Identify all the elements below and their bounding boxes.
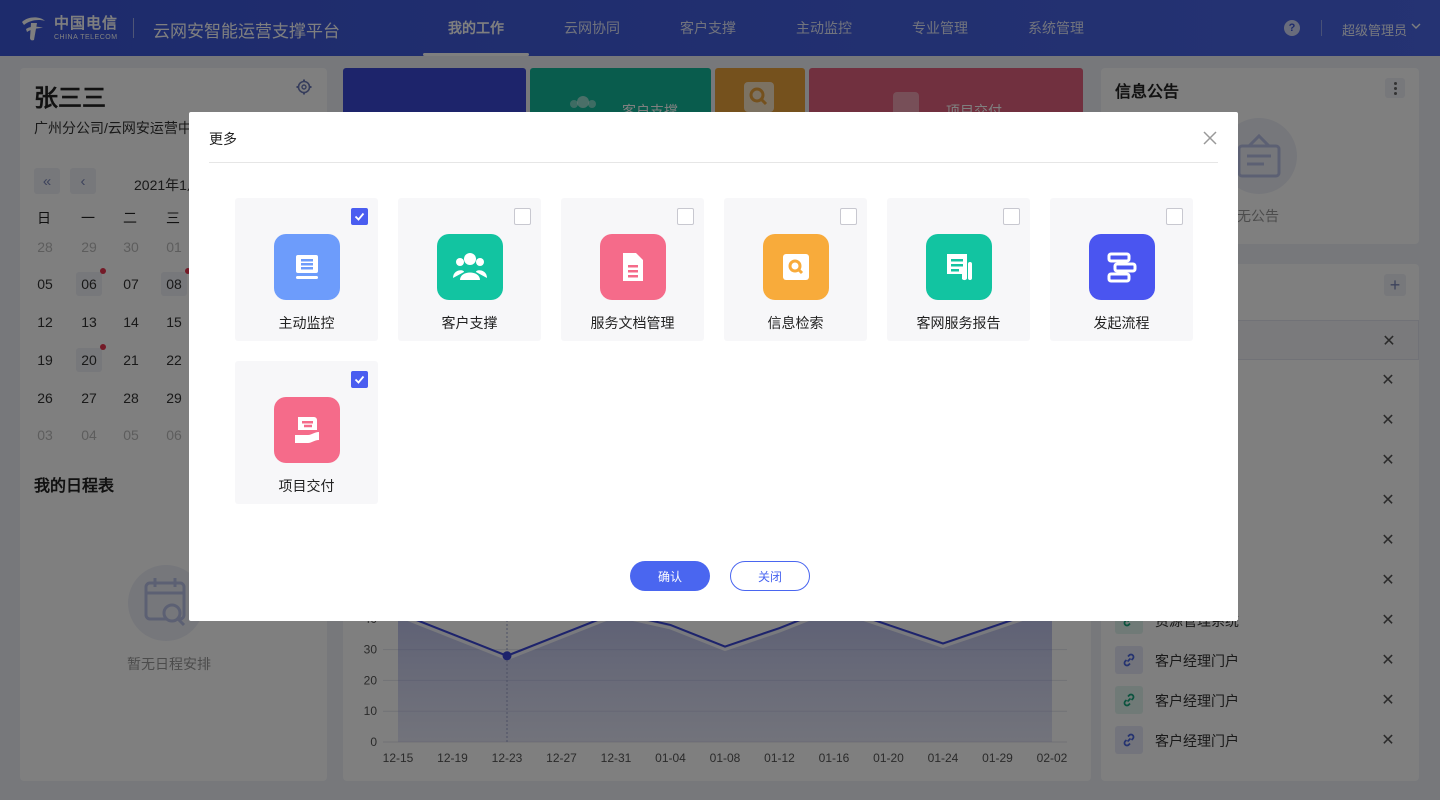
- module-card[interactable]: 客户支撑: [398, 198, 541, 341]
- module-label: 主动监控: [278, 315, 335, 331]
- module-label: 客户支撑: [441, 315, 498, 331]
- module-label: 信息检索: [767, 315, 824, 331]
- module-label: 客网服务报告: [916, 315, 1001, 331]
- module-checkbox[interactable]: [677, 208, 694, 225]
- module-checkbox[interactable]: [1003, 208, 1020, 225]
- module-card[interactable]: 发起流程: [1050, 198, 1193, 341]
- module-checkbox[interactable]: [351, 208, 368, 225]
- dialog-divider: [209, 162, 1218, 163]
- document-icon: [600, 234, 666, 300]
- module-card[interactable]: 项目交付: [235, 361, 378, 504]
- module-label: 项目交付: [278, 478, 335, 494]
- users-icon: [437, 234, 503, 300]
- more-dialog: 更多 主动监控 客户支撑 服务文档管理 信息检索 客网服务报告 发起流程项目交付 确认 关…: [189, 112, 1238, 621]
- module-label: 服务文档管理: [590, 315, 675, 331]
- module-checkbox[interactable]: [840, 208, 857, 225]
- module-card[interactable]: 服务文档管理: [561, 198, 704, 341]
- module-checkbox[interactable]: [1166, 208, 1183, 225]
- module-checkbox[interactable]: [514, 208, 531, 225]
- dialog-title: 更多: [209, 131, 237, 147]
- module-card[interactable]: 信息检索: [724, 198, 867, 341]
- delivery-icon: [274, 397, 340, 463]
- module-card[interactable]: 主动监控: [235, 198, 378, 341]
- monitor-icon: [274, 234, 340, 300]
- close-button[interactable]: 关闭: [730, 561, 810, 591]
- report-icon: [926, 234, 992, 300]
- module-label: 发起流程: [1093, 315, 1150, 331]
- search-icon: [763, 234, 829, 300]
- confirm-button[interactable]: 确认: [630, 561, 710, 591]
- close-icon[interactable]: [1202, 130, 1218, 146]
- module-checkbox[interactable]: [351, 371, 368, 388]
- module-card[interactable]: 客网服务报告: [887, 198, 1030, 341]
- flow-icon: [1089, 234, 1155, 300]
